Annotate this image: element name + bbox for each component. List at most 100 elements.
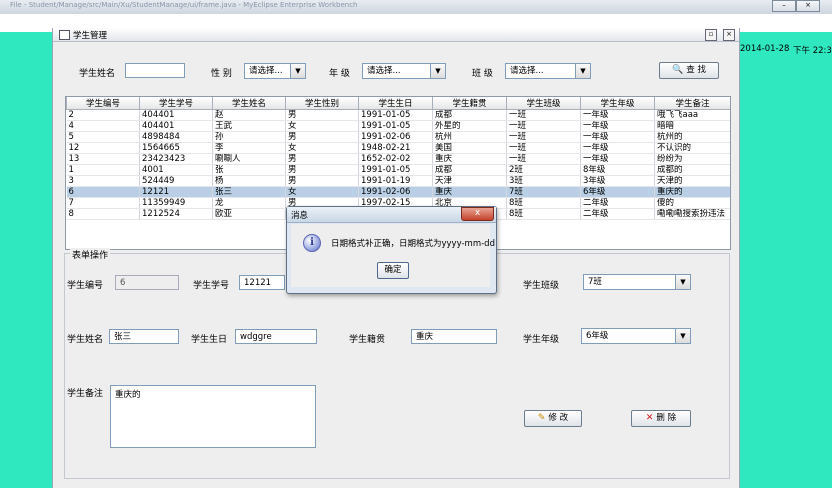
table-cell[interactable]: 成都 — [432, 164, 507, 176]
table-cell[interactable]: 1991-01-05 — [358, 109, 433, 121]
delete-button[interactable]: ✕ 删 除 — [631, 410, 691, 427]
table-cell[interactable]: 7班 — [506, 186, 581, 198]
table-cell[interactable]: 1 — [66, 164, 140, 176]
table-cell[interactable]: 3班 — [506, 175, 581, 187]
table-cell[interactable]: 1991-01-05 — [358, 120, 433, 132]
form-number-field[interactable]: 12121 — [239, 275, 285, 290]
column-header[interactable]: 学生班级 — [506, 97, 581, 110]
table-cell[interactable]: 3年级 — [580, 175, 655, 187]
search-class-select[interactable]: 请选择... ▼ — [505, 63, 591, 79]
table-cell[interactable]: 404401 — [139, 109, 213, 121]
table-cell[interactable]: 4898484 — [139, 131, 213, 143]
table-cell[interactable]: 张三 — [212, 186, 286, 198]
table-row[interactable]: 13 23423423 唰唰人男 1652-02-02 重庆 一班 一年级 纷纷为 — [66, 153, 730, 165]
table-cell[interactable]: 一年级 — [580, 109, 655, 121]
table-row[interactable]: 6 12121 张三女 1991-02-06 重庆 7班 6年级 重庆的 — [66, 186, 730, 198]
form-class-select[interactable]: 7班 ▼ — [583, 274, 691, 290]
table-cell[interactable]: 嘞嘞嘞搜索扮违法 — [654, 208, 730, 220]
table-cell[interactable]: 杭州 — [432, 131, 507, 143]
table-cell[interactable]: 一班 — [506, 153, 581, 165]
table-cell[interactable]: 2 — [66, 109, 140, 121]
table-cell[interactable]: 1652-02-02 — [358, 153, 433, 165]
table-cell[interactable]: 一年级 — [580, 153, 655, 165]
table-cell[interactable]: 二年级 — [580, 197, 655, 209]
table-cell[interactable]: 成都的 — [654, 164, 730, 176]
search-name-input[interactable] — [125, 63, 185, 78]
form-birthday-field[interactable]: wdggre — [235, 329, 317, 344]
table-cell[interactable]: 男 — [285, 153, 359, 165]
table-cell[interactable]: 外星的 — [432, 120, 507, 132]
table-cell[interactable]: 张 — [212, 164, 286, 176]
table-cell[interactable]: 成都 — [432, 109, 507, 121]
table-cell[interactable]: 1991-01-05 — [358, 164, 433, 176]
table-cell[interactable]: 欧亚 — [212, 208, 286, 220]
table-cell[interactable]: 纷纷为 — [654, 153, 730, 165]
chevron-down-icon[interactable]: ▼ — [575, 64, 590, 78]
column-header[interactable]: 学生性别 — [285, 97, 359, 110]
table-cell[interactable]: 龙 — [212, 197, 286, 209]
table-row[interactable]: 4 404401 王武女 1991-01-05 外星的 一班 一年级 暗暗 — [66, 120, 730, 132]
table-cell[interactable]: 524449 — [139, 175, 213, 187]
column-header[interactable]: 学生生日 — [358, 97, 433, 110]
column-header[interactable]: 学生编号 — [66, 97, 140, 110]
table-cell[interactable]: 男 — [285, 131, 359, 143]
table-cell[interactable]: 重庆 — [432, 186, 507, 198]
table-cell[interactable]: 12121 — [139, 186, 213, 198]
table-cell[interactable]: 重庆 — [432, 153, 507, 165]
table-cell[interactable]: 1991-02-06 — [358, 131, 433, 143]
table-cell[interactable]: 杭州的 — [654, 131, 730, 143]
table-cell[interactable]: 美国 — [432, 142, 507, 154]
column-header[interactable]: 学生年级 — [580, 97, 655, 110]
table-cell[interactable]: 赵 — [212, 109, 286, 121]
table-cell[interactable]: 女 — [285, 120, 359, 132]
table-cell[interactable]: 2班 — [506, 164, 581, 176]
close-icon[interactable]: × — [796, 0, 820, 12]
table-cell[interactable]: 6 — [66, 186, 140, 198]
chevron-down-icon[interactable]: ▼ — [675, 329, 690, 343]
table-cell[interactable]: 王武 — [212, 120, 286, 132]
table-cell[interactable]: 男 — [285, 164, 359, 176]
table-cell[interactable]: 11359949 — [139, 197, 213, 209]
column-header[interactable]: 学生备注 — [654, 97, 730, 110]
table-cell[interactable]: 23423423 — [139, 153, 213, 165]
search-button[interactable]: 🔍 查 找 — [659, 62, 719, 79]
dialog-close-icon[interactable]: x — [461, 207, 494, 221]
column-header[interactable]: 学生籍贯 — [432, 97, 507, 110]
table-cell[interactable]: 1212524 — [139, 208, 213, 220]
table-cell[interactable]: 一年级 — [580, 120, 655, 132]
search-gender-select[interactable]: 请选择... ▼ — [244, 63, 306, 79]
table-cell[interactable]: 5 — [66, 131, 140, 143]
table-cell[interactable]: 不认识的 — [654, 142, 730, 154]
table-row[interactable]: 5 4898484 孙男 1991-02-06 杭州 一班 一年级 杭州的 — [66, 131, 730, 143]
form-grade-select[interactable]: 6年级 ▼ — [581, 328, 691, 344]
table-row[interactable]: 2 404401 赵男 1991-01-05 成都 一班 一年级 哦飞飞aaa — [66, 109, 730, 121]
table-cell[interactable]: 1991-02-06 — [358, 186, 433, 198]
table-cell[interactable]: 4001 — [139, 164, 213, 176]
table-row[interactable]: 3 524449 杨男 1991-01-19 天津 3班 3年级 天津的 — [66, 175, 730, 187]
form-name-field[interactable]: 张三 — [109, 329, 179, 344]
table-cell[interactable]: 杨 — [212, 175, 286, 187]
table-cell[interactable]: 男 — [285, 175, 359, 187]
table-cell[interactable]: 一班 — [506, 142, 581, 154]
chevron-down-icon[interactable]: ▼ — [430, 64, 445, 78]
table-cell[interactable]: 一班 — [506, 109, 581, 121]
window-close-icon[interactable]: × — [723, 29, 735, 41]
search-grade-select[interactable]: 请选择... ▼ — [362, 63, 446, 79]
table-cell[interactable]: 一班 — [506, 131, 581, 143]
chevron-down-icon[interactable]: ▼ — [290, 64, 305, 78]
table-cell[interactable]: 天津的 — [654, 175, 730, 187]
table-cell[interactable]: 8班 — [506, 197, 581, 209]
table-cell[interactable]: 一年级 — [580, 142, 655, 154]
table-cell[interactable]: 重庆的 — [654, 186, 730, 198]
minimize-icon[interactable]: – — [772, 0, 796, 12]
table-cell[interactable]: 一年级 — [580, 131, 655, 143]
table-cell[interactable]: 3 — [66, 175, 140, 187]
table-cell[interactable]: 6年级 — [580, 186, 655, 198]
table-cell[interactable]: 哦飞飞aaa — [654, 109, 730, 121]
form-origin-field[interactable]: 重庆 — [411, 329, 497, 344]
table-cell[interactable]: 唰唰人 — [212, 153, 286, 165]
table-cell[interactable]: 404401 — [139, 120, 213, 132]
table-cell[interactable]: 7 — [66, 197, 140, 209]
restore-icon[interactable]: ▫ — [705, 29, 717, 41]
table-cell[interactable]: 一班 — [506, 120, 581, 132]
